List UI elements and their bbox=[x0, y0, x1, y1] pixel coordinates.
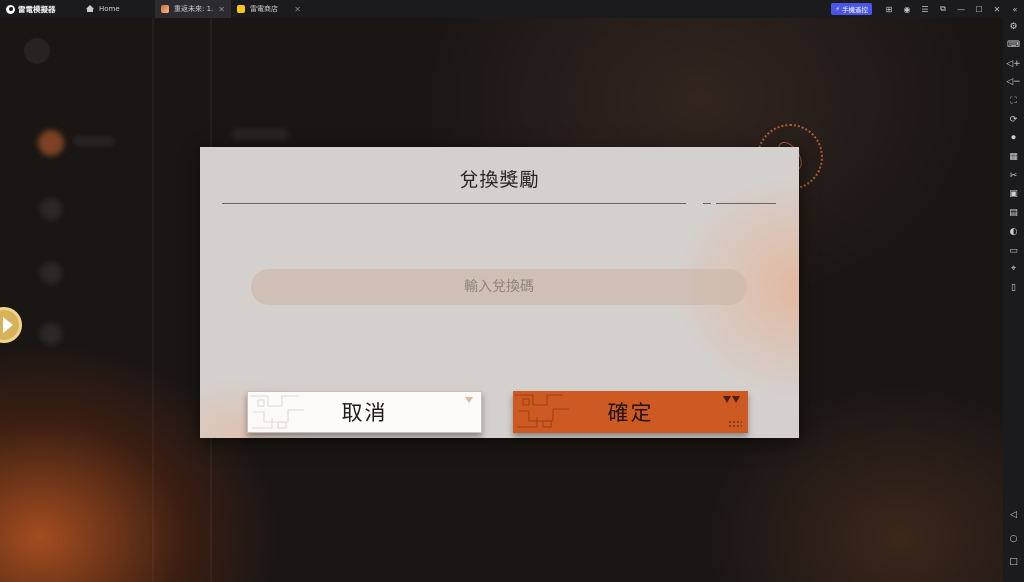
side-expand-handle[interactable] bbox=[0, 307, 22, 343]
tab-store-close-icon[interactable]: ✕ bbox=[294, 5, 301, 14]
phone-remote-button[interactable]: ⚡ 手機遙控 bbox=[831, 3, 872, 15]
location-icon[interactable]: ⌖ bbox=[1003, 261, 1024, 277]
keyboard-icon[interactable]: ⌨ bbox=[1003, 37, 1024, 53]
app-name: 雷電模擬器 bbox=[18, 4, 56, 14]
blurred-menu-icon bbox=[40, 323, 62, 345]
blurred-menu-icon bbox=[38, 130, 64, 156]
blurred-menu-icon bbox=[40, 262, 62, 284]
rotate-icon[interactable]: ⟳ bbox=[1003, 112, 1024, 128]
redeem-dialog: 兌換獎勵 取消 bbox=[200, 147, 799, 438]
tab-game[interactable]: 重返未來: 1... ✕ bbox=[155, 0, 231, 18]
title-divider-dash bbox=[703, 203, 711, 204]
tab-home[interactable]: Home bbox=[78, 0, 155, 18]
tab-home-label: Home bbox=[99, 5, 120, 13]
user-icon[interactable]: ◉ bbox=[898, 0, 916, 18]
settings-icon[interactable]: ⚙ bbox=[1003, 19, 1024, 35]
corner-triangle-icon bbox=[465, 397, 473, 403]
tab-game-close-icon[interactable]: ✕ bbox=[218, 5, 225, 14]
tab-store-label: 雷電商店 bbox=[250, 5, 278, 13]
volume-up-icon[interactable]: ◁+ bbox=[1003, 56, 1024, 72]
multi-instance-icon[interactable]: ▣ bbox=[1003, 186, 1024, 202]
corner-triangle-icon bbox=[723, 396, 740, 403]
macro-icon[interactable]: ▤ bbox=[1003, 205, 1024, 221]
circuit-pattern-icon bbox=[515, 394, 569, 428]
restore-window-icon[interactable]: ⧉ bbox=[934, 0, 952, 18]
play-arrow-icon bbox=[3, 317, 13, 333]
tab-store[interactable]: 雷電商店 ✕ bbox=[231, 0, 307, 18]
circuit-pattern-icon bbox=[250, 395, 304, 429]
dot-grid-decoration bbox=[728, 420, 742, 428]
volume-down-icon[interactable]: ◁− bbox=[1003, 74, 1024, 90]
game-icon bbox=[161, 5, 169, 13]
store-icon bbox=[237, 5, 245, 13]
cut-icon[interactable]: ✂ bbox=[1003, 168, 1024, 184]
confirm-button[interactable]: 確定 bbox=[513, 391, 748, 433]
cancel-button[interactable]: 取消 bbox=[247, 391, 482, 433]
sync-icon[interactable]: ◐ bbox=[1003, 224, 1024, 240]
home-circle-icon[interactable]: ○ bbox=[1003, 531, 1024, 547]
home-icon bbox=[86, 5, 94, 12]
app-logo: 雷電模擬器 bbox=[0, 0, 78, 18]
cancel-button-label: 取消 bbox=[341, 401, 388, 425]
blurred-back-button bbox=[24, 38, 50, 64]
blurred-heading bbox=[232, 128, 288, 140]
confirm-button-label: 確定 bbox=[607, 401, 654, 425]
apk-icon[interactable]: ▦ bbox=[1003, 149, 1024, 165]
title-divider-short bbox=[716, 203, 776, 204]
title-bar: 雷電模擬器 Home 重返未來: 1... ✕ 雷電商店 ✕ ⚡ 手機遙控 ⊞ … bbox=[0, 0, 1024, 18]
tab-game-label: 重返未來: 1... bbox=[174, 5, 214, 13]
back-icon[interactable]: ◁ bbox=[1003, 507, 1024, 523]
gamepad-icon[interactable]: ⊞ bbox=[880, 0, 898, 18]
close-icon[interactable]: ✕ bbox=[988, 0, 1006, 18]
collapse-icon[interactable]: « bbox=[1006, 0, 1024, 18]
game-screen: 兌換獎勵 取消 bbox=[0, 18, 1003, 582]
title-divider bbox=[222, 203, 686, 204]
redeem-code-input[interactable] bbox=[251, 269, 747, 305]
dialog-title: 兌換獎勵 bbox=[459, 169, 540, 191]
maximize-icon[interactable]: ☐ bbox=[970, 0, 988, 18]
lightning-icon: ⚡ bbox=[835, 5, 840, 13]
minimize-icon[interactable]: — bbox=[952, 0, 970, 18]
menu-icon[interactable]: ☰ bbox=[916, 0, 934, 18]
recent-apps-icon[interactable]: □ bbox=[1003, 554, 1024, 570]
redeem-code-field[interactable] bbox=[251, 269, 747, 305]
screenshot-icon[interactable]: ⛶ bbox=[1003, 93, 1024, 109]
shake-icon[interactable]: ▯ bbox=[1003, 280, 1024, 296]
emulator-toolbar: ⚙ ⌨ ◁+ ◁− ⛶ ⟳ ⏺ ▦ ✂ ▣ ▤ ◐ ▭ ⌖ ▯ ◁ ○ □ bbox=[1003, 18, 1024, 582]
background-divider bbox=[152, 18, 154, 582]
phone-remote-label: 手機遙控 bbox=[842, 6, 868, 14]
ldplayer-logo-icon bbox=[6, 4, 15, 14]
record-icon[interactable]: ⏺ bbox=[1003, 130, 1024, 146]
folder-icon[interactable]: ▭ bbox=[1003, 243, 1024, 259]
blurred-label bbox=[74, 136, 114, 146]
blurred-menu-icon bbox=[40, 198, 62, 220]
